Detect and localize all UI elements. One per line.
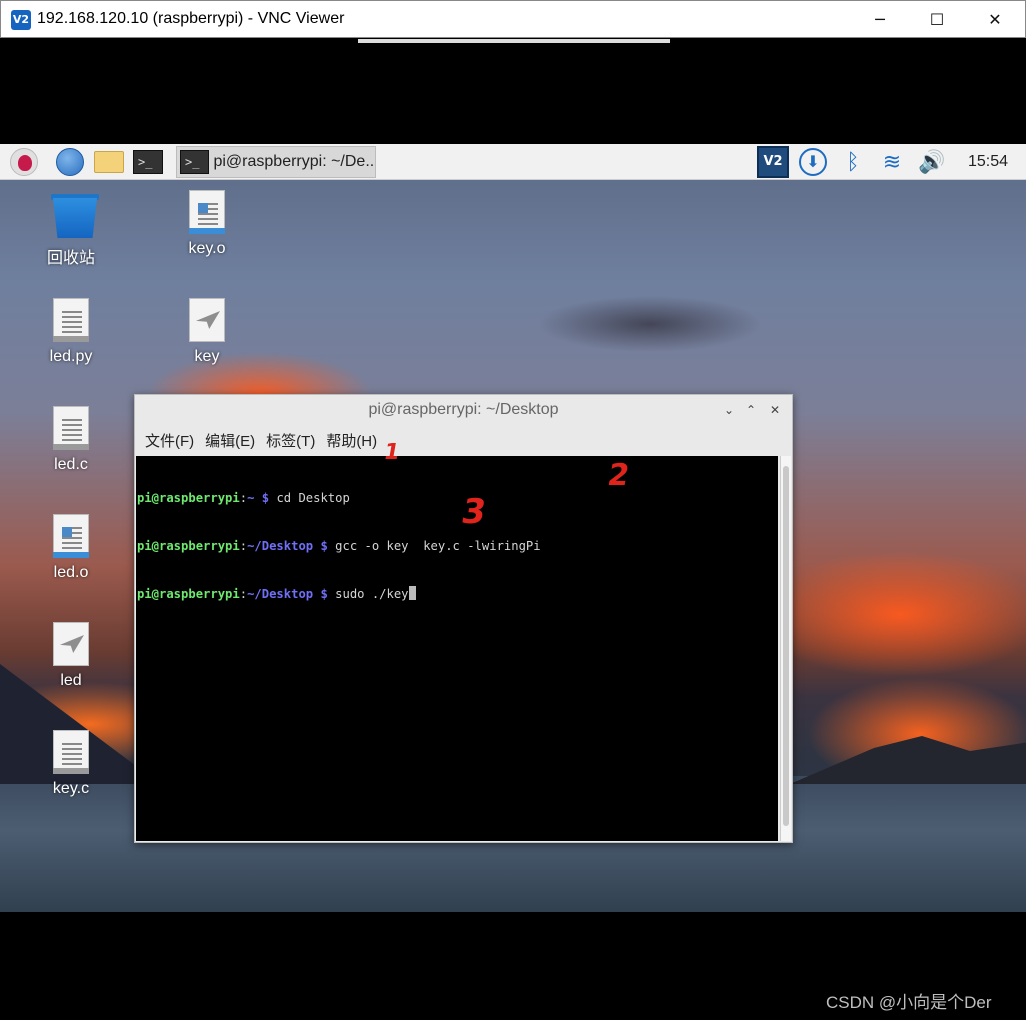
terminal-icon: >_ [180, 150, 210, 174]
object-file-icon [189, 190, 225, 234]
terminal-minimize-button[interactable]: ⌄ [719, 395, 739, 425]
desktop-icon-label: 回收站 [46, 250, 95, 267]
prompt-user: pi@raspberrypi [137, 539, 240, 553]
taskbar: >_ >_ pi@raspberrypi: ~/De... V2 ⬇ ᛒ ≋ 🔊… [0, 144, 1026, 180]
menu-file[interactable]: 文件(F) [145, 430, 194, 451]
maximize-button[interactable]: ☐ [914, 5, 960, 35]
desktop-icon-key[interactable]: key [162, 298, 252, 366]
terminal-menubar: 文件(F) 编辑(E) 标签(T) 帮助(H) [135, 425, 792, 455]
terminal-line: pi@raspberrypi:~/Desktop $ gcc -o key ke… [137, 539, 541, 553]
text-file-icon [53, 298, 89, 342]
wallpaper-mountain-right [790, 736, 1026, 784]
terminal-line: pi@raspberrypi:~/Desktop $ sudo ./key [137, 586, 777, 602]
text-file-icon [53, 406, 89, 450]
terminal-launcher-icon[interactable]: >_ [132, 147, 164, 177]
object-file-icon [53, 514, 89, 558]
text-file-icon [53, 730, 89, 774]
prompt-symbol: $ [313, 587, 336, 601]
taskbar-item-terminal[interactable]: >_ pi@raspberrypi: ~/De... [176, 146, 376, 178]
clock[interactable]: 15:54 [958, 144, 1018, 180]
command-text: cd Desktop [276, 491, 350, 505]
remote-desktop[interactable]: >_ >_ pi@raspberrypi: ~/De... V2 ⬇ ᛒ ≋ 🔊… [0, 144, 1026, 912]
terminal-scrollbar[interactable] [780, 456, 791, 841]
volume-icon[interactable]: 🔊 [916, 144, 948, 180]
prompt-symbol: $ [254, 491, 277, 505]
desktop-icon-key-o[interactable]: key.o [162, 190, 252, 258]
desktop-icon-led-py[interactable]: led.py [26, 298, 116, 366]
desktop-icon-label: led.o [53, 564, 89, 581]
vnc-logo-icon: V2 [11, 10, 31, 30]
desktop-icon-key-c[interactable]: key.c [26, 730, 116, 798]
desktop-icon-label: led [60, 672, 82, 689]
updates-icon[interactable]: ⬇ [796, 144, 830, 180]
desktop-icon-trash[interactable]: 回收站 [26, 194, 116, 268]
terminal-close-button[interactable]: ✕ [765, 395, 785, 425]
scrollbar-thumb[interactable] [783, 466, 789, 826]
terminal-title: pi@raspberrypi: ~/Desktop [368, 401, 559, 418]
desktop-icon-label: led.py [49, 348, 93, 365]
desktop-icon-led-o[interactable]: led.o [26, 514, 116, 582]
text-cursor [408, 586, 416, 600]
vnc-toolbar-handle[interactable] [358, 39, 670, 43]
desktop-icon-led[interactable]: led [26, 622, 116, 690]
terminal-line: pi@raspberrypi:~ $ cd Desktop [137, 491, 350, 505]
command-text: gcc -o key key.c -lwiringPi [335, 539, 541, 553]
minimize-button[interactable]: ─ [857, 5, 903, 35]
executable-icon [189, 298, 225, 342]
executable-icon [53, 622, 89, 666]
prompt-path: ~/Desktop [247, 587, 314, 601]
vnc-viewer-titlebar: V2 192.168.120.10 (raspberrypi) - VNC Vi… [0, 0, 1026, 43]
prompt-symbol: $ [313, 539, 336, 553]
terminal-maximize-button[interactable]: ⌃ [741, 395, 761, 425]
wifi-icon[interactable]: ≋ [876, 144, 908, 180]
prompt-user: pi@raspberrypi [137, 587, 240, 601]
menu-tabs[interactable]: 标签(T) [266, 430, 315, 451]
terminal-output[interactable]: pi@raspberrypi:~ $ cd Desktop pi@raspber… [136, 456, 778, 841]
desktop-icon-label: key.c [52, 780, 90, 797]
trash-icon [51, 194, 99, 238]
desktop-icon-label: key [194, 348, 220, 365]
desktop-icon-label: key.o [188, 240, 226, 257]
taskbar-item-label: pi@raspberrypi: ~/De... [213, 153, 375, 170]
web-browser-icon[interactable] [54, 147, 86, 177]
window-title: 192.168.120.10 (raspberrypi) - VNC Viewe… [37, 10, 345, 27]
prompt-path: ~/Desktop [247, 539, 314, 553]
prompt-user: pi@raspberrypi [137, 491, 240, 505]
terminal-window[interactable]: pi@raspberrypi: ~/Desktop ⌄ ⌃ ✕ 文件(F) 编辑… [134, 394, 793, 843]
close-button[interactable]: ✕ [972, 5, 1018, 35]
desktop-icon-label: led.c [54, 456, 88, 473]
desktop-icon-led-c[interactable]: led.c [26, 406, 116, 474]
vnc-server-icon[interactable]: V2 [756, 144, 790, 180]
command-text: sudo ./key [335, 587, 409, 601]
bluetooth-icon[interactable]: ᛒ [838, 144, 868, 180]
menu-help[interactable]: 帮助(H) [326, 430, 377, 451]
raspberry-menu-icon[interactable] [8, 147, 40, 177]
menu-edit[interactable]: 编辑(E) [205, 430, 255, 451]
file-manager-icon[interactable] [92, 147, 126, 177]
csdn-watermark: CSDN @小向是个Der [826, 993, 992, 1012]
